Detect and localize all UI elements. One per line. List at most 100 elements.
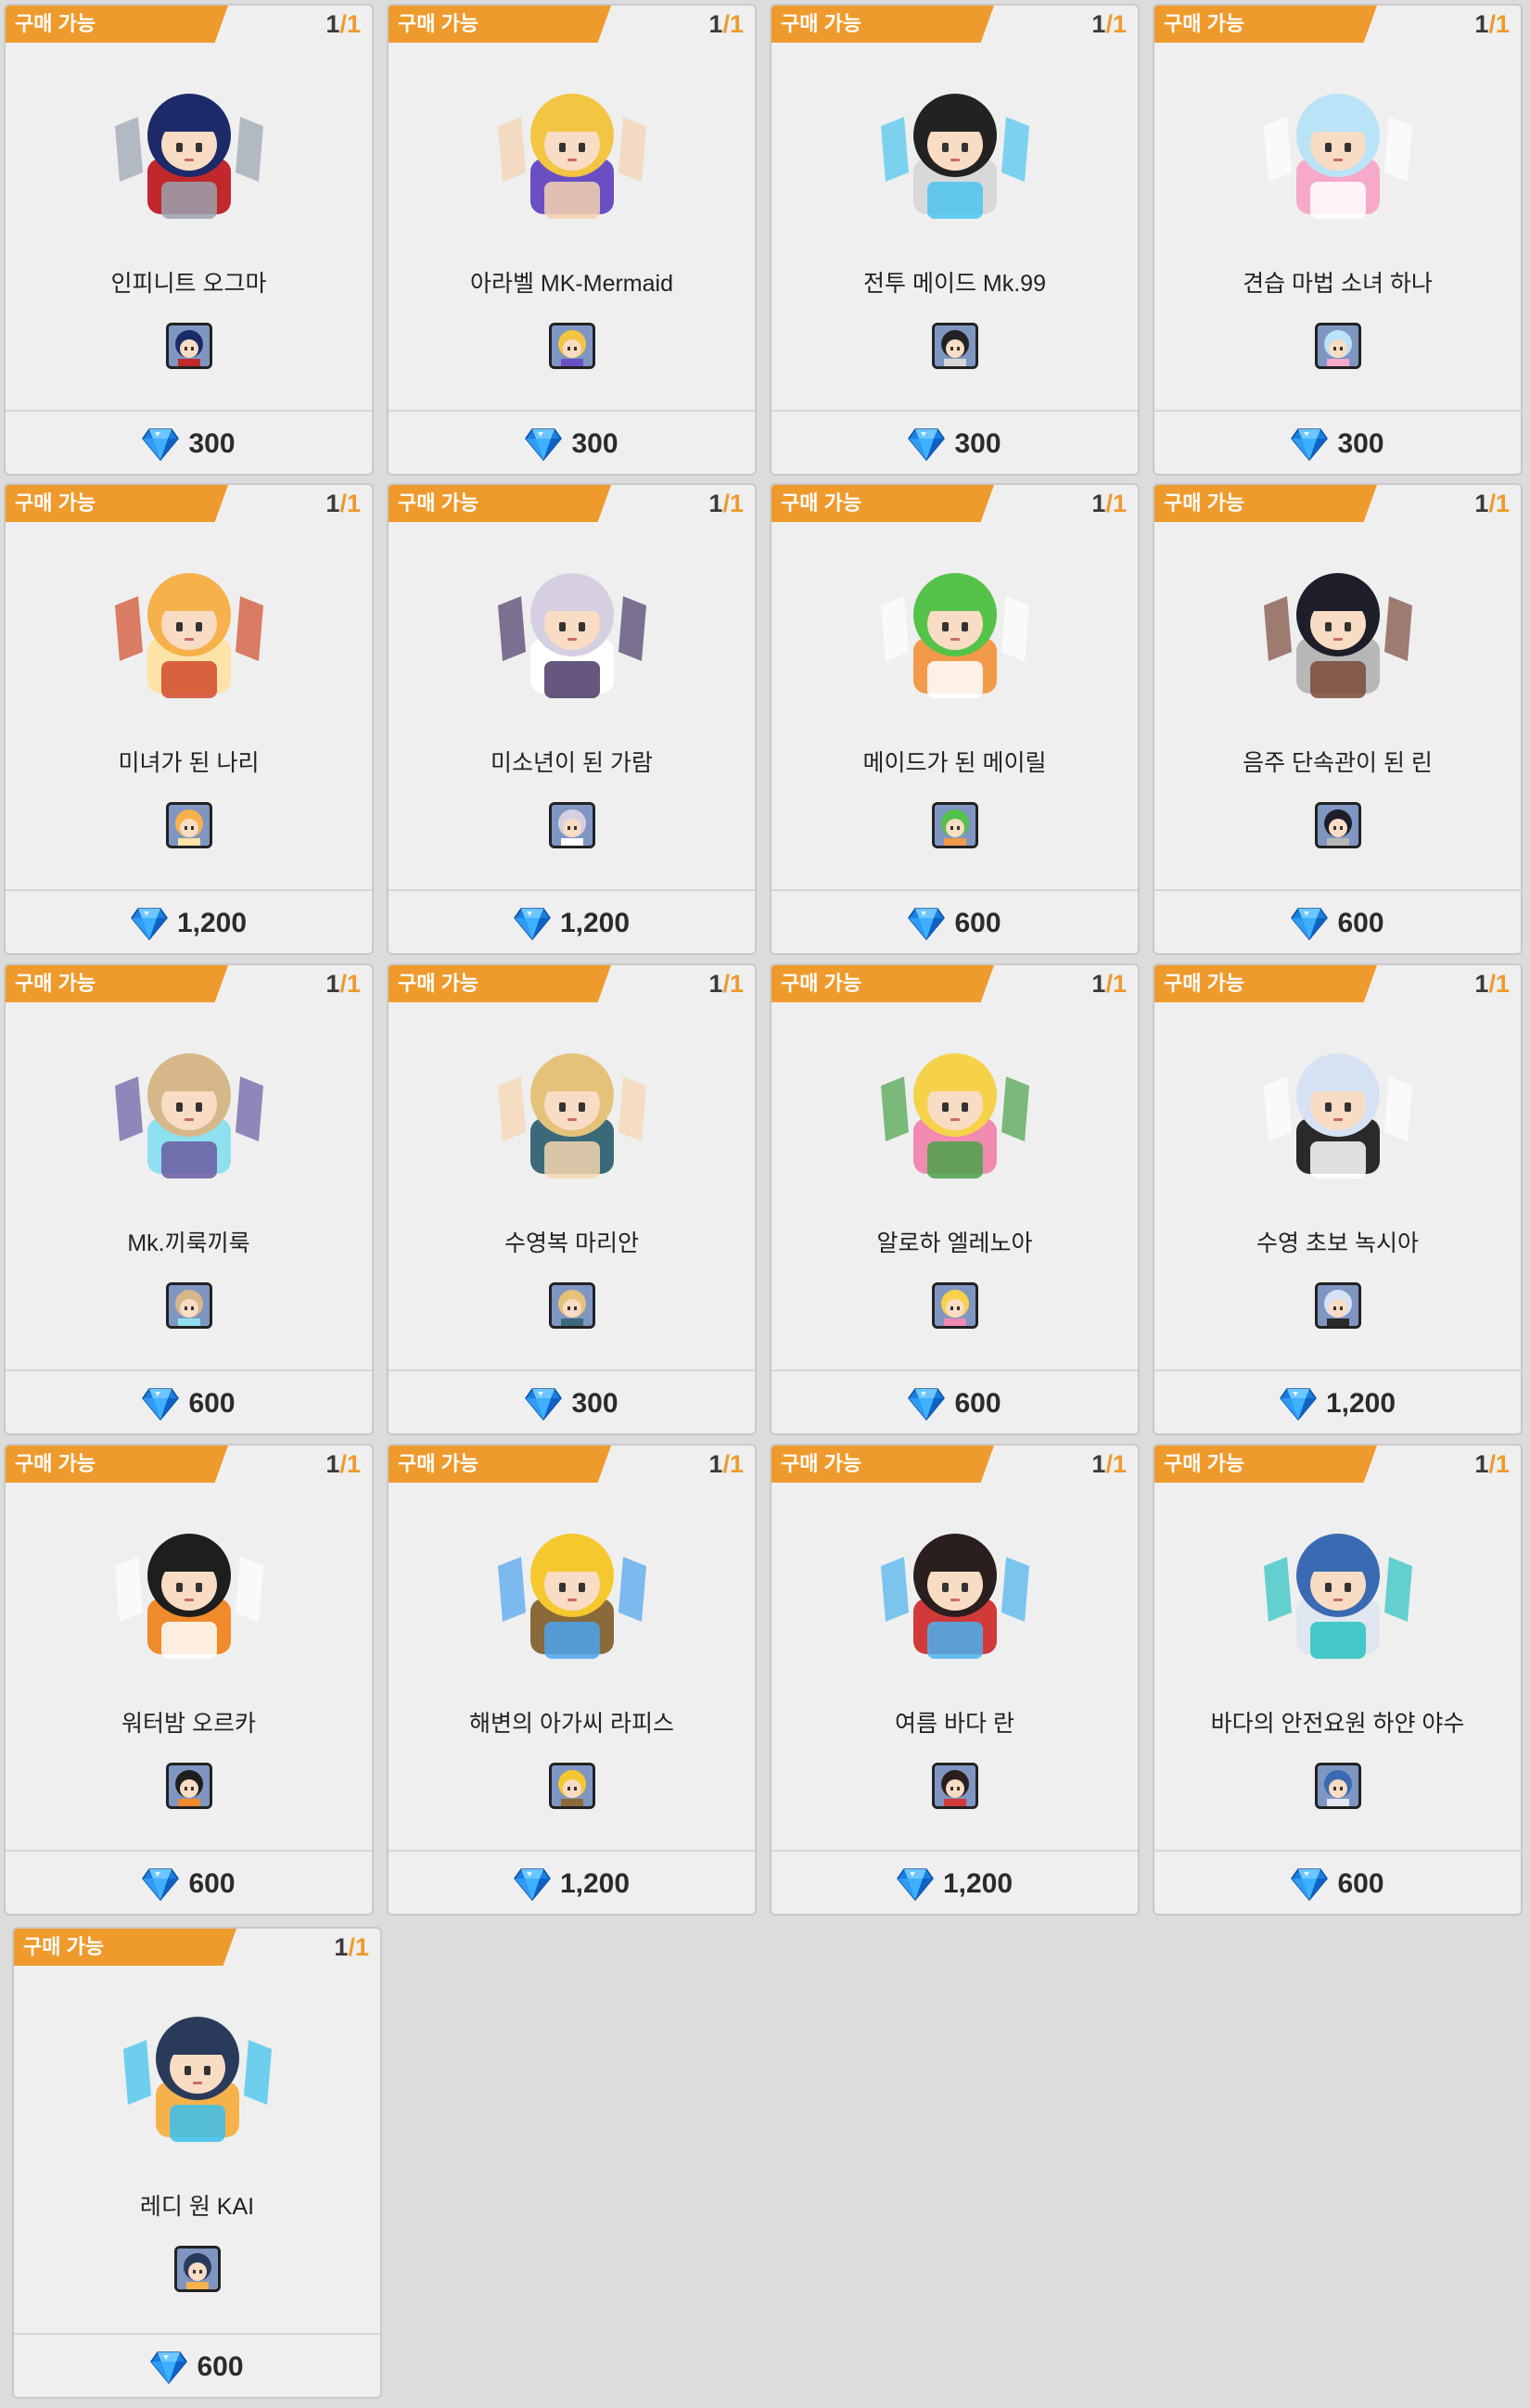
stock-current: 1: [1474, 10, 1489, 38]
purchasable-badge: 구매 가능: [389, 1446, 611, 1483]
stock-separator: /: [1488, 10, 1496, 38]
stock-total: 1: [729, 10, 744, 38]
character-portrait[interactable]: [1245, 1510, 1431, 1673]
stock-current: 1: [1091, 490, 1106, 517]
stock-current: 1: [1474, 1450, 1489, 1478]
shop-item-card[interactable]: 구매 가능 1/1 바다의 안전요원 하얀 야수 600: [1153, 1444, 1523, 1916]
purchase-limit-counter: 1/1: [325, 9, 361, 39]
stock-separator: /: [339, 10, 347, 38]
diamond-gem-icon: [150, 2351, 188, 2384]
shop-item-card[interactable]: 구매 가능 1/1 수영 초보 녹시아 1,200: [1153, 963, 1523, 1435]
stock-current: 1: [708, 490, 723, 517]
character-thumbnail-icon: [1317, 805, 1358, 846]
shop-item-card[interactable]: 구매 가능 1/1 해변의 아가씨 라피스 1,200: [387, 1444, 757, 1916]
price-button[interactable]: 600: [1154, 1854, 1521, 1914]
price-button[interactable]: 300: [771, 414, 1138, 474]
price-amount: 600: [197, 2351, 244, 2382]
stock-current: 1: [325, 970, 340, 998]
price-button[interactable]: 600: [6, 1854, 372, 1914]
character-sprite-icon: [497, 1053, 646, 1179]
stock-separator: /: [722, 490, 730, 517]
character-portrait[interactable]: [96, 1510, 282, 1673]
shop-item-card[interactable]: 구매 가능 1/1 음주 단속관이 된 린 600: [1153, 483, 1523, 955]
shop-item-card[interactable]: 구매 가능 1/1 전투 메이드 Mk.99 300: [770, 4, 1140, 476]
price-button[interactable]: 300: [389, 1373, 755, 1433]
purchasable-badge: 구매 가능: [771, 6, 994, 43]
shop-item-card[interactable]: 구매 가능 1/1 알로하 엘레노아 600: [770, 963, 1140, 1435]
character-thumbnail: [165, 1763, 212, 1809]
character-portrait[interactable]: [479, 70, 665, 233]
price-button[interactable]: 1,200: [771, 1854, 1138, 1914]
price-button[interactable]: 1,200: [389, 893, 755, 953]
character-sprite-icon: [1263, 1053, 1412, 1179]
item-name: 미녀가 된 나리: [118, 750, 260, 776]
character-sprite-icon: [114, 573, 263, 698]
character-portrait[interactable]: [96, 1030, 282, 1192]
purchase-limit-counter: 1/1: [334, 1932, 369, 1962]
card-divider: [6, 1370, 372, 1371]
character-sprite-icon: [497, 573, 646, 698]
price-button[interactable]: 300: [6, 414, 372, 474]
price-button[interactable]: 300: [1154, 414, 1521, 474]
character-portrait[interactable]: [105, 1994, 290, 2156]
shop-item-card[interactable]: 구매 가능 1/1 메이드가 된 메이릴 600: [770, 483, 1140, 955]
shop-item-card[interactable]: 구매 가능 1/1 Mk.끼룩끼룩 600: [4, 963, 374, 1435]
price-button[interactable]: 1,200: [389, 1854, 755, 1914]
price-button[interactable]: 300: [389, 414, 755, 474]
price-button[interactable]: 600: [6, 1373, 372, 1433]
character-portrait[interactable]: [96, 550, 282, 712]
price-button[interactable]: 600: [771, 1373, 1138, 1433]
item-name: 미소년이 된 가람: [491, 750, 653, 776]
price-button[interactable]: 1,200: [6, 893, 372, 953]
stock-current: 1: [325, 490, 340, 517]
price-amount: 1,200: [559, 1867, 631, 1899]
character-portrait[interactable]: [862, 1030, 1048, 1192]
character-sprite-icon: [114, 1053, 263, 1179]
stock-total: 1: [346, 490, 361, 517]
shop-item-card[interactable]: 구매 가능 1/1 워터밤 오르카 600: [4, 1444, 374, 1916]
price-amount: 600: [954, 1387, 1001, 1419]
shop-item-card[interactable]: 구매 가능 1/1 레디 원 KAI 600: [12, 1927, 382, 2399]
shop-item-card[interactable]: 구매 가능 1/1 견습 마법 소녀 하나 300: [1153, 4, 1523, 476]
purchasable-badge: 구매 가능: [1154, 6, 1377, 43]
stock-total: 1: [1495, 970, 1510, 998]
character-portrait[interactable]: [862, 70, 1048, 233]
price-amount: 600: [954, 907, 1001, 938]
stock-current: 1: [708, 970, 723, 998]
shop-item-grid: 구매 가능 1/1 인피니트 오그마 300 구매 가능 1/1 아라벨 MK-Mermai…: [0, 0, 1530, 2408]
stock-current: 1: [1474, 490, 1489, 517]
item-name: 수영복 마리안: [504, 1230, 639, 1256]
character-thumbnail-icon: [1317, 325, 1358, 366]
price-button[interactable]: 600: [771, 893, 1138, 953]
stock-current: 1: [708, 10, 723, 38]
card-divider: [6, 410, 372, 412]
card-divider: [389, 889, 755, 891]
stock-total: 1: [346, 1450, 361, 1478]
stock-current: 1: [325, 1450, 340, 1478]
character-thumbnail: [931, 802, 978, 848]
character-sprite-icon: [1263, 94, 1412, 219]
character-portrait[interactable]: [479, 1510, 665, 1673]
character-portrait[interactable]: [862, 550, 1048, 712]
shop-item-card[interactable]: 구매 가능 1/1 수영복 마리안 300: [387, 963, 757, 1435]
price-amount: 1,200: [176, 907, 248, 938]
shop-item-card[interactable]: 구매 가능 1/1 미녀가 된 나리 1,200: [4, 483, 374, 955]
character-portrait[interactable]: [1245, 1030, 1431, 1192]
stock-current: 1: [1091, 1450, 1106, 1478]
character-portrait[interactable]: [1245, 550, 1431, 712]
price-button[interactable]: 600: [14, 2337, 380, 2397]
character-portrait[interactable]: [479, 550, 665, 712]
item-name: Mk.끼룩끼룩: [127, 1230, 250, 1256]
shop-item-card[interactable]: 구매 가능 1/1 미소년이 된 가람 1,200: [387, 483, 757, 955]
diamond-gem-icon: [908, 1387, 946, 1421]
stock-separator: /: [339, 1450, 347, 1478]
price-button[interactable]: 1,200: [1154, 1373, 1521, 1433]
character-portrait[interactable]: [96, 70, 282, 233]
character-portrait[interactable]: [479, 1030, 665, 1192]
price-button[interactable]: 600: [1154, 893, 1521, 953]
shop-item-card[interactable]: 구매 가능 1/1 여름 바다 란 1,200: [770, 1444, 1140, 1916]
shop-item-card[interactable]: 구매 가능 1/1 아라벨 MK-Mermaid 300: [387, 4, 757, 476]
shop-item-card[interactable]: 구매 가능 1/1 인피니트 오그마 300: [4, 4, 374, 476]
character-portrait[interactable]: [1245, 70, 1431, 233]
character-portrait[interactable]: [862, 1510, 1048, 1673]
